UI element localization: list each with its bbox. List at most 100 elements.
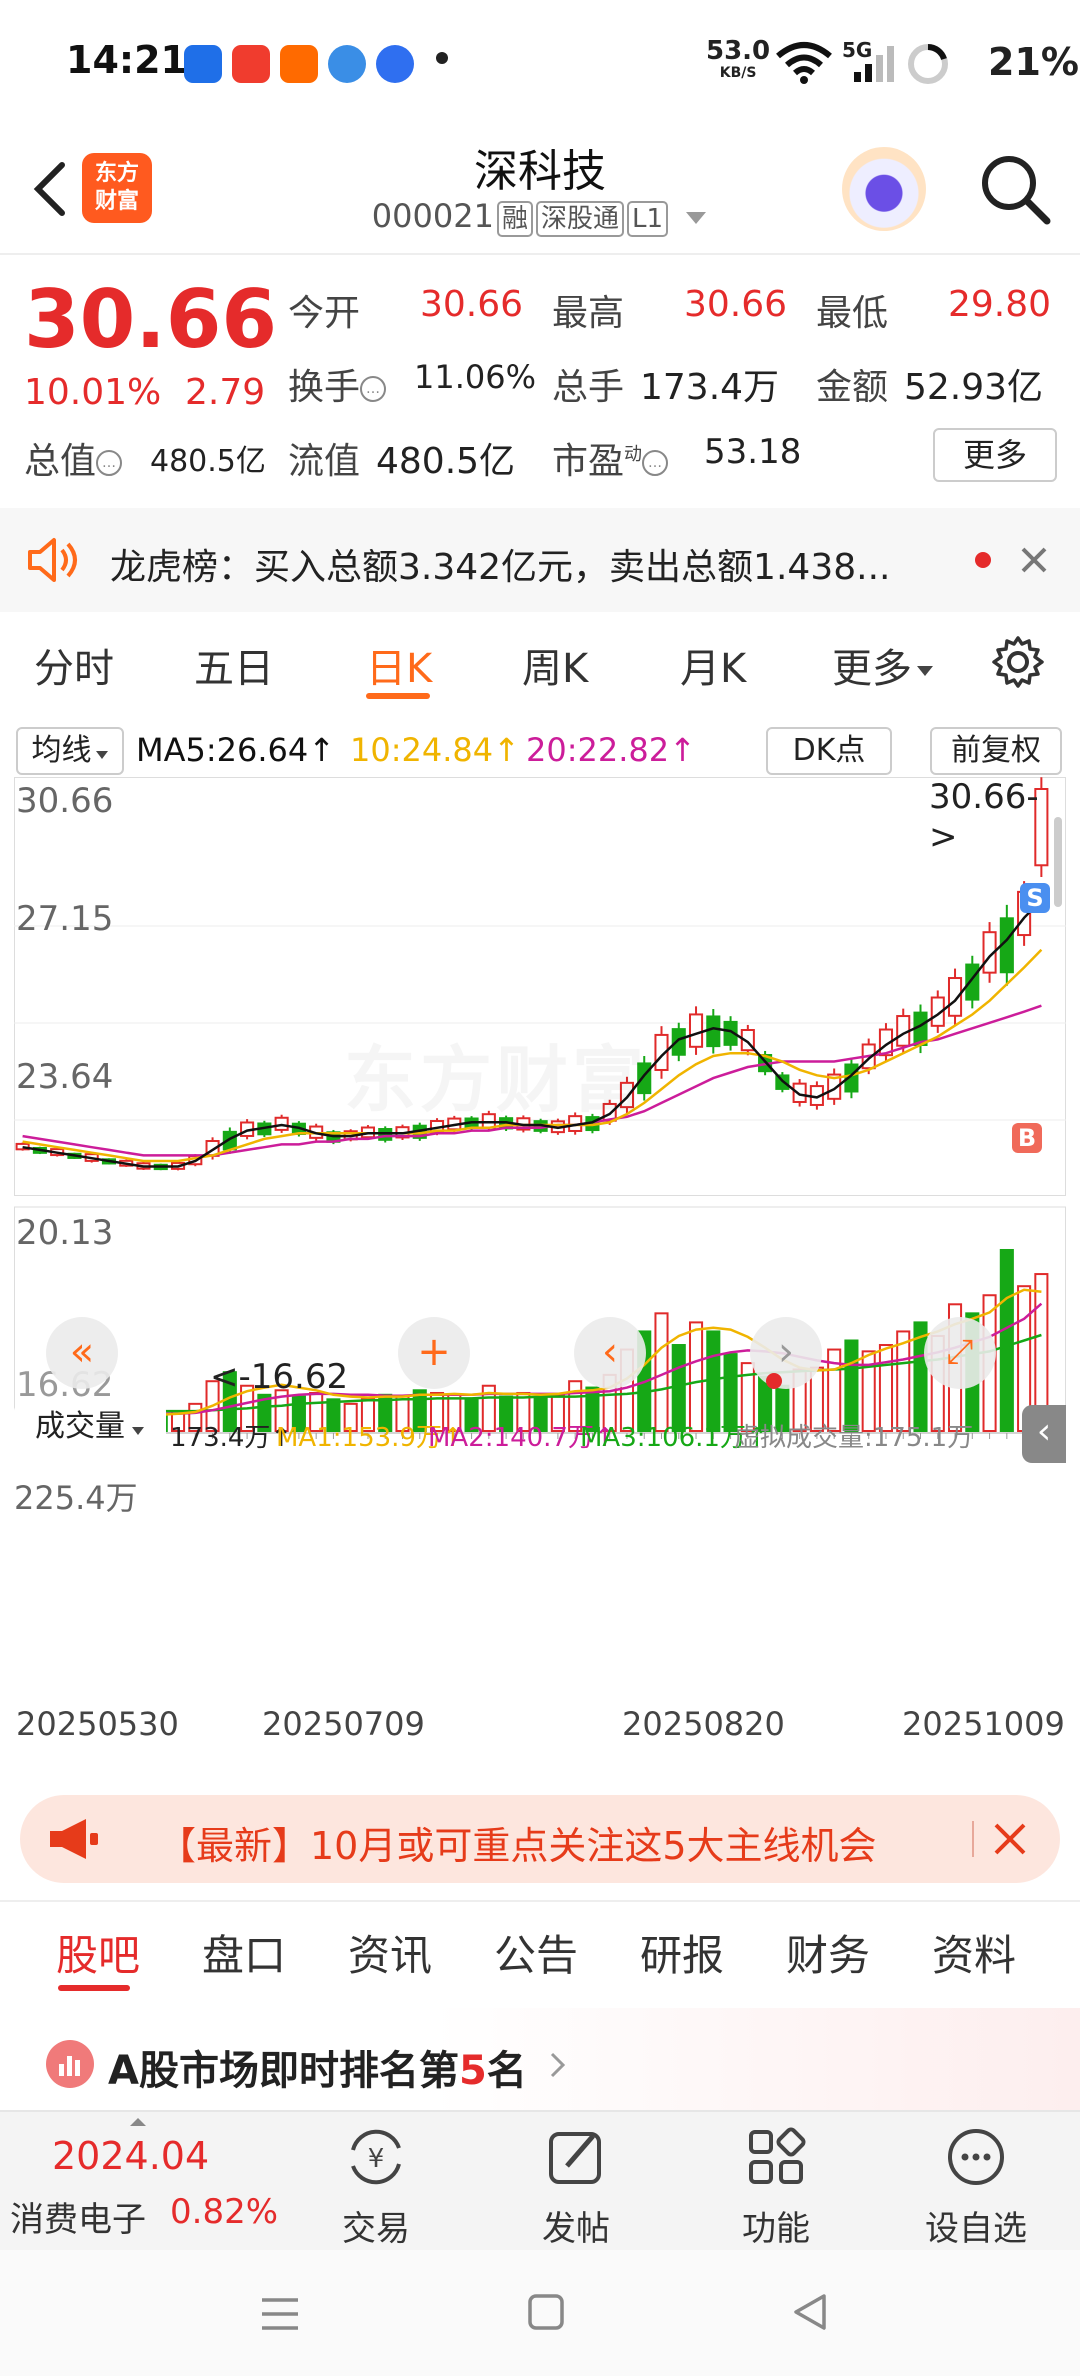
tab-more[interactable]: 更多 <box>832 636 934 694</box>
post-button[interactable]: 发帖 <box>496 2112 656 2252</box>
ai-robot-avatar[interactable] <box>842 147 926 231</box>
svg-text:¥: ¥ <box>368 2144 385 2174</box>
tab-daily-k[interactable]: 日K <box>366 636 432 694</box>
active-tab-indicator <box>58 1985 130 1991</box>
promo-divider <box>972 1821 974 1857</box>
tab-research[interactable]: 研报 <box>640 1922 724 1983</box>
ma20-legend: 20:22.82↑ <box>526 731 696 769</box>
dragon-tiger-banner[interactable]: 龙虎榜：买入总额3.342亿元，卖出总额1.438... <box>0 508 1080 612</box>
scroll-to-start-button[interactable]: « <box>46 1317 118 1389</box>
dk-point-button[interactable]: DK点 <box>766 727 892 775</box>
stock-detail-screen: 14:21 53.0 KB/S 5G 21% 东方 财富 深科技 000021 … <box>0 0 1080 2376</box>
dropdown-triangle-icon <box>132 1427 144 1435</box>
zoom-in-button[interactable]: + <box>398 1317 470 1389</box>
value-float-cap: 480.5亿 <box>376 441 516 482</box>
ma5-legend: MA5:26.64↑ <box>136 731 336 769</box>
back-nav-icon[interactable] <box>790 2292 830 2332</box>
y-tick-label: 27.15 <box>16 899 114 939</box>
k-line-chart[interactable]: 均线 MA5:26.64↑ 10:24.84↑ 20:22.82↑ DK点 前复… <box>14 725 1066 1771</box>
sector-index-value: 2024.04 <box>52 2134 210 2178</box>
value-high: 30.66 <box>684 284 788 325</box>
collapse-panel-button[interactable]: ‹ <box>1022 1405 1066 1463</box>
tag-level: L1 <box>626 201 669 237</box>
volume-bar <box>688 1321 704 1432</box>
unread-dot <box>975 552 991 568</box>
sector-index[interactable]: 2024.04 消费电子 0.82% <box>0 2112 290 2252</box>
post-label: 发帖 <box>542 2209 610 2249</box>
tab-announcements[interactable]: 公告 <box>494 1922 578 1983</box>
ma-selector[interactable]: 均线 <box>16 727 124 775</box>
app-notification-icon <box>184 45 222 83</box>
info-icon[interactable]: … <box>360 376 387 402</box>
promo-banner[interactable]: 【最新】10月或可重点关注这5大主线机会 <box>20 1795 1060 1883</box>
value-low: 29.80 <box>948 284 1052 325</box>
edit-icon <box>549 2132 601 2184</box>
battery-level: 21% <box>988 40 1079 84</box>
home-nav-icon[interactable] <box>526 2292 566 2332</box>
candle-body <box>706 1015 721 1048</box>
tab-financials[interactable]: 财务 <box>786 1922 870 1983</box>
last-price-tag: 30.66-> <box>929 777 1039 857</box>
trade-button[interactable]: ¥ 交易 <box>296 2112 456 2252</box>
wifi-icon <box>776 42 832 84</box>
value-volume: 173.4万 <box>640 367 780 408</box>
current-price: 30.66 <box>24 273 278 366</box>
scroll-right-button[interactable]: › <box>750 1317 822 1389</box>
position-dot <box>766 1373 782 1389</box>
tag-margin: 融 <box>496 201 533 237</box>
low-price-tag: <-16.62 <box>210 1357 349 1397</box>
x-tick-label: 20251009 <box>902 1705 1065 1743</box>
label-low: 最低 <box>816 293 889 334</box>
info-icon[interactable]: … <box>96 450 123 476</box>
tab-weekly-k[interactable]: 周K <box>522 636 588 694</box>
watchlist-label: 设自选 <box>925 2209 1027 2249</box>
close-icon[interactable] <box>1020 546 1048 574</box>
adjust-selector[interactable]: 前复权 <box>930 727 1062 775</box>
volume-selector[interactable]: 成交量 <box>14 1405 166 1453</box>
more-button[interactable]: 更多 <box>933 428 1057 482</box>
value-pe: 53.18 <box>704 432 802 472</box>
trade-label: 交易 <box>342 2209 410 2249</box>
volume-legend: 173.4万↑ <box>170 1423 293 1453</box>
tab-forum[interactable]: 股吧 <box>56 1922 140 1983</box>
trade-yuan-icon: ¥ <box>351 2129 401 2185</box>
fullscreen-button[interactable]: ⤢ <box>924 1317 996 1389</box>
chart-canvas <box>14 777 1066 1439</box>
tab-intraday[interactable]: 分时 <box>34 636 114 694</box>
tab-five-day[interactable]: 五日 <box>194 636 274 694</box>
market-rank-row[interactable]: A股市场即时排名第5名 <box>0 2008 1080 2110</box>
tab-news[interactable]: 资讯 <box>348 1922 432 1983</box>
rank-text: A股市场即时排名第5名 <box>108 2048 527 2094</box>
value-amount: 52.93亿 <box>904 367 1044 408</box>
ma10-legend: 10:24.84↑ <box>350 731 520 769</box>
label-total-cap: 总值… <box>24 432 123 484</box>
watchlist-button[interactable]: 设自选 <box>896 2112 1056 2252</box>
dragon-tiger-text: 龙虎榜：买入总额3.342亿元，卖出总额1.438... <box>110 547 891 588</box>
search-icon[interactable] <box>975 149 1055 229</box>
tab-order-book[interactable]: 盘口 <box>202 1922 286 1983</box>
tab-monthly-k[interactable]: 月K <box>680 636 746 694</box>
info-icon[interactable]: … <box>642 450 669 476</box>
y-tick-label: 30.66 <box>16 781 114 821</box>
sell-marker[interactable]: S <box>1020 883 1050 913</box>
change-amount: 2.79 <box>185 372 266 413</box>
close-icon[interactable] <box>992 1821 1028 1857</box>
functions-label: 功能 <box>742 2209 810 2249</box>
tag-connect: 深股通 <box>535 201 624 237</box>
value-turnover: 11.06% <box>414 358 537 396</box>
status-time: 14:21 <box>66 38 187 82</box>
buy-marker[interactable]: B <box>1012 1123 1042 1153</box>
y-tick-label: 23.64 <box>16 1057 114 1097</box>
status-bar: 14:21 53.0 KB/S 5G 21% <box>0 0 1080 125</box>
candle-body <box>688 1013 704 1048</box>
functions-button[interactable]: 功能 <box>696 2112 856 2252</box>
battery-ring-icon <box>908 44 948 84</box>
tab-profile[interactable]: 资料 <box>932 1922 1016 1983</box>
bottom-toolbar: 2024.04 消费电子 0.82% ¥ 交易 发帖 功能 设自选 <box>0 2110 1080 2250</box>
scroll-left-button[interactable]: ‹ <box>574 1317 646 1389</box>
settings-gear-icon[interactable] <box>990 634 1046 690</box>
x-tick-label: 20250709 <box>262 1705 425 1743</box>
megaphone-icon <box>50 1819 98 1859</box>
more-dots-icon <box>948 2129 1004 2185</box>
menu-nav-icon[interactable] <box>258 2294 302 2334</box>
